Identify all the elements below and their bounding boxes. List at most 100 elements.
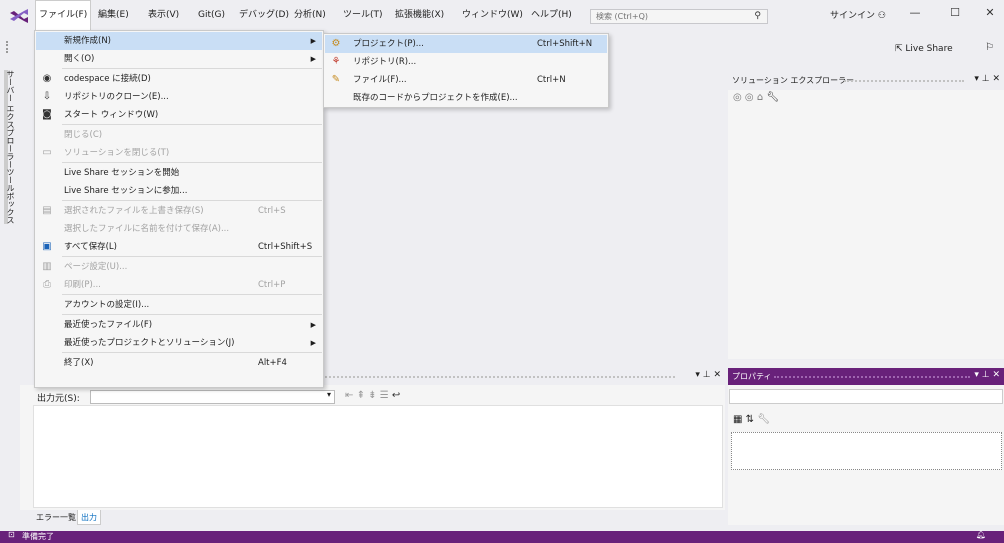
output-text[interactable]: [33, 405, 723, 508]
file-menu-item[interactable]: ▣ すべて保存(L) Ctrl+Shift+S: [36, 238, 322, 256]
file-menu-item-label: 選択したファイルに名前を付けて保存(A)...: [64, 224, 230, 234]
tab-error-list[interactable]: エラー一覧: [33, 510, 79, 525]
file-menu-item[interactable]: 閉じる(C): [36, 126, 322, 144]
toolbox-tab[interactable]: ツールボックス: [4, 168, 16, 224]
back-icon[interactable]: ◎: [733, 92, 742, 103]
toolbar-grip[interactable]: [6, 41, 10, 53]
file-menu-item[interactable]: Live Share セッションを開始: [36, 164, 322, 182]
minimize-button[interactable]: —: [905, 6, 925, 19]
menu-separator: [62, 200, 322, 201]
menu-item[interactable]: 編集(E): [95, 0, 132, 30]
file-menu-item[interactable]: ▥ ページ設定(U)...: [36, 258, 322, 276]
next-message-icon[interactable]: ⇟: [368, 390, 376, 401]
pane-controls[interactable]: ▾ ⊥ ✕: [695, 370, 721, 380]
new-submenu-item-label: リポジトリ(R)...: [353, 57, 417, 67]
close-solution-icon: ▭: [42, 147, 52, 158]
file-menu-item[interactable]: ▤ 選択されたファイルを上書き保存(S) Ctrl+S: [36, 202, 322, 220]
maximize-button[interactable]: ☐: [945, 6, 965, 19]
new-submenu-item[interactable]: ⚘ リポジトリ(R)...: [325, 53, 607, 71]
menu-item[interactable]: 分析(N): [291, 0, 329, 30]
file-menu-item[interactable]: ◉ codespace に接続(D): [36, 70, 322, 88]
menu-item[interactable]: 表示(V): [145, 0, 182, 30]
file-menu-item[interactable]: 開く(O) ▶: [36, 50, 322, 68]
new-submenu-item-label: 既存のコードからプロジェクトを作成(E)...: [353, 93, 518, 103]
menu-separator: [62, 68, 322, 69]
chevron-down-icon: ▾: [326, 390, 331, 399]
forward-icon[interactable]: ◎: [745, 92, 754, 103]
tab-output[interactable]: 出力: [77, 510, 101, 525]
file-menu-item[interactable]: 選択したファイルに名前を付けて保存(A)...: [36, 220, 322, 238]
shortcut-label: Ctrl+P: [258, 280, 286, 290]
search-placeholder: 検索 (Ctrl+Q): [596, 12, 649, 21]
word-wrap-icon[interactable]: ↩: [392, 390, 400, 401]
pane-controls[interactable]: ▾ ⊥ ✕: [974, 74, 1000, 84]
property-pages-icon[interactable]: 🔧︎: [757, 414, 770, 425]
properties-title: プロパティ: [732, 372, 772, 381]
new-submenu-item[interactable]: 既存のコードからプロジェクトを作成(E)...: [325, 89, 607, 107]
menu-item[interactable]: 拡張機能(X): [392, 0, 447, 30]
signin-button[interactable]: サインイン ⚇: [830, 8, 886, 21]
new-submenu-item[interactable]: ⚙ プロジェクト(P)... Ctrl+Shift+N: [325, 35, 607, 53]
menu-item[interactable]: ヘルプ(H): [528, 0, 575, 30]
close-button[interactable]: ✕: [980, 6, 1000, 19]
new-submenu-item[interactable]: ✎ ファイル(F)... Ctrl+N: [325, 71, 607, 89]
properties-grid[interactable]: [731, 432, 1002, 470]
menu-item[interactable]: デバッグ(D): [236, 0, 292, 30]
save-icon: ▤: [42, 205, 52, 216]
menu-separator: [62, 162, 322, 163]
file-menu-item[interactable]: 終了(X) Alt+F4: [36, 354, 322, 372]
file-menu-item[interactable]: アカウントの設定(I)...: [36, 296, 322, 314]
file-menu-item-label: 最近使ったファイル(F): [64, 320, 153, 330]
liveshare-label: Live Share: [905, 44, 953, 54]
pane-controls[interactable]: ▾ ⊥ ✕: [974, 370, 1000, 380]
codespace-icon: ◉: [42, 73, 52, 84]
status-icon: ⊡: [8, 530, 15, 539]
file-menu-item[interactable]: ◙ スタート ウィンドウ(W): [36, 106, 322, 124]
new-submenu-item-label: プロジェクト(P)...: [353, 39, 424, 49]
properties-object-select[interactable]: [729, 389, 1003, 404]
file-menu-item[interactable]: 最近使ったプロジェクトとソリューション(J) ▶: [36, 334, 322, 352]
notifications-icon[interactable]: 🔔︎: [976, 530, 986, 539]
menu-item[interactable]: ファイル(F): [35, 0, 92, 31]
menu-item[interactable]: ツール(T): [340, 0, 386, 30]
file-menu-item[interactable]: ▭ ソリューションを閉じる(T): [36, 144, 322, 162]
output-toolbar: ⇤ ⇞ ⇟ ☰ ↩: [345, 390, 400, 401]
categorized-icon[interactable]: ▦: [733, 414, 742, 425]
signin-label: サインイン: [830, 11, 876, 21]
status-bar: ⊡ 準備完了 🔔︎: [0, 530, 1004, 543]
file-menu-item[interactable]: ⇩ リポジトリのクローン(E)...: [36, 88, 322, 106]
file-menu-item-label: 終了(X): [64, 358, 94, 368]
visual-studio-logo-icon: [10, 9, 28, 23]
menu-separator: [62, 294, 322, 295]
alphabetical-icon[interactable]: ⇅: [746, 414, 754, 425]
prev-message-icon[interactable]: ⇞: [357, 390, 365, 401]
file-menu-item[interactable]: 新規作成(N) ▶: [36, 32, 322, 50]
page-setup-icon: ▥: [42, 261, 52, 272]
liveshare-button[interactable]: ⇱ Live Share: [895, 44, 953, 54]
menu-item[interactable]: ウィンドウ(W): [459, 0, 526, 30]
feedback-icon[interactable]: ⚐: [985, 42, 994, 53]
pane-grip: [325, 376, 675, 379]
output-source-select[interactable]: ▾: [90, 390, 335, 404]
server-explorer-tab[interactable]: サーバー エクスプローラー: [4, 70, 16, 169]
new-submenu: ⚙ プロジェクト(P)... Ctrl+Shift+N ⚘ リポジトリ(R)... ✎ ファ…: [323, 33, 609, 108]
file-menu-item-label: アカウントの設定(I)...: [64, 300, 150, 310]
menu-separator: [62, 352, 322, 353]
solution-explorer-toolbar: ◎ ◎ ⌂ 🔧︎: [733, 92, 779, 103]
liveshare-icon: ⇱: [895, 44, 906, 54]
shortcut-label: Alt+F4: [258, 358, 287, 368]
file-menu-item[interactable]: ⎙ 印刷(P)... Ctrl+P: [36, 276, 322, 294]
project-icon: ⚙: [331, 38, 341, 49]
home-icon[interactable]: ⌂: [757, 92, 763, 103]
save-all-icon: ▣: [42, 241, 52, 252]
clear-all-icon[interactable]: ☰: [380, 390, 389, 401]
file-menu-item[interactable]: Live Share セッションに参加...: [36, 182, 322, 200]
search-input[interactable]: 検索 (Ctrl+Q) ⚲: [590, 9, 768, 24]
find-message-icon[interactable]: ⇤: [345, 390, 353, 401]
wrench-icon[interactable]: 🔧︎: [766, 92, 779, 103]
print-icon: ⎙: [43, 279, 51, 290]
menu-item[interactable]: Git(G): [195, 0, 228, 30]
file-menu-item[interactable]: 最近使ったファイル(F) ▶: [36, 316, 322, 334]
submenu-arrow-icon: ▶: [310, 339, 316, 347]
file-menu-item-label: 閉じる(C): [64, 130, 103, 140]
